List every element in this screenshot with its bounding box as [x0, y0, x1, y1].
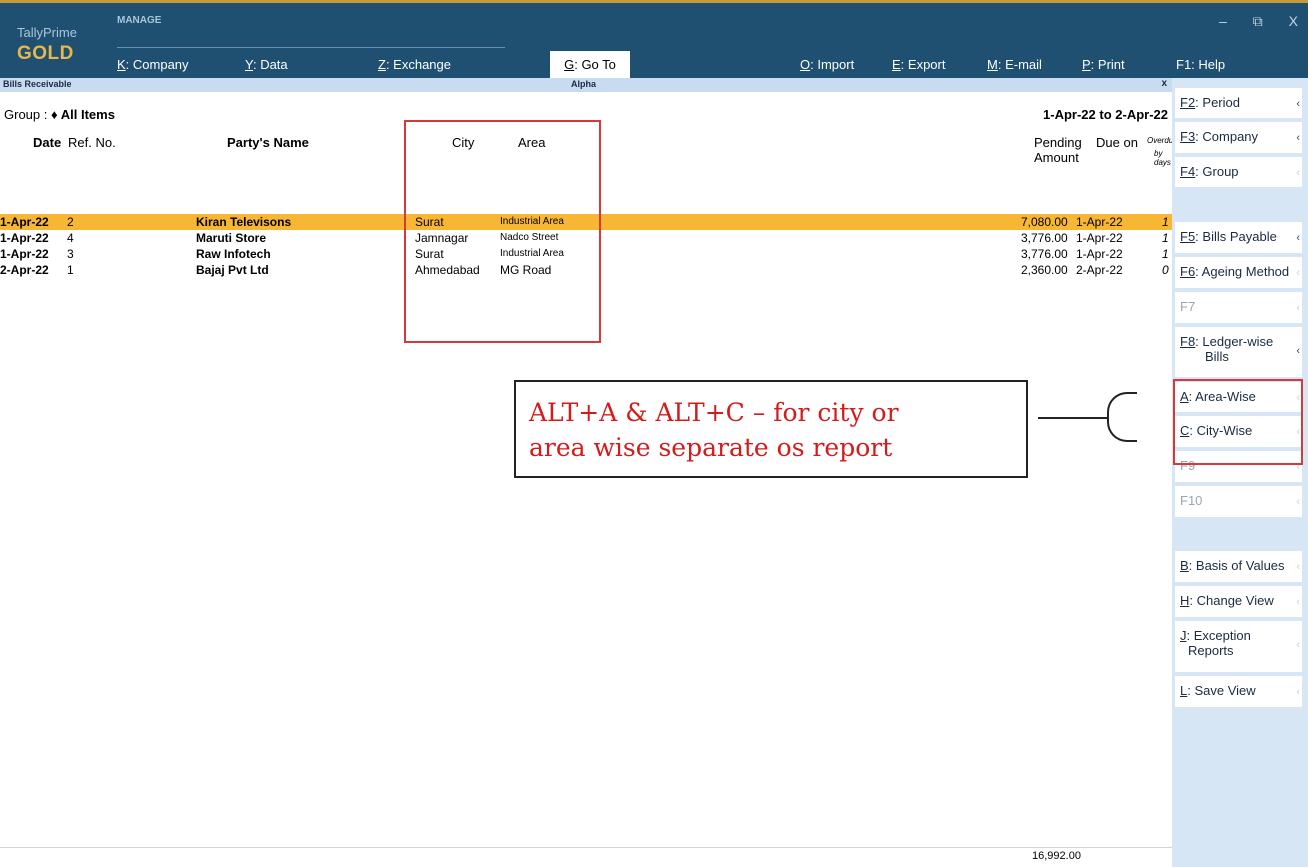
section-label: MANAGE	[117, 15, 162, 26]
exception-reports-button[interactable]: J: Exception Reports ‹	[1175, 621, 1302, 672]
col-header-amount: Amount	[1034, 150, 1079, 165]
chevron-left-icon: ‹	[1296, 561, 1300, 573]
chevron-left-icon: ‹	[1296, 98, 1300, 110]
total-amount: 16,992.00	[1032, 850, 1081, 862]
close-report-icon[interactable]: x	[1161, 78, 1167, 89]
col-header-ref: Ref. No.	[68, 135, 116, 150]
cell-amount: 3,776.00	[1021, 247, 1068, 261]
menu-email[interactable]: M: E-mail	[987, 57, 1042, 72]
top-menu-bar: TallyPrime GOLD MANAGE K: Company Y: Dat…	[0, 0, 1308, 79]
cell-date: 2-Apr-22	[0, 263, 49, 277]
period-button[interactable]: F2: Period ‹	[1175, 88, 1302, 118]
menu-exchange[interactable]: Z: Exchange	[378, 57, 451, 72]
chevron-left-icon: ‹	[1296, 596, 1300, 608]
exception-reports-line2: Reports	[1188, 643, 1234, 658]
cell-overdue: 1	[1162, 231, 1169, 245]
chevron-left-icon: ‹	[1296, 232, 1300, 244]
cell-amount: 7,080.00	[1021, 215, 1068, 229]
annotation-line-2: area wise separate os report	[529, 433, 893, 462]
chevron-left-icon: ‹	[1296, 639, 1300, 651]
chevron-left-icon: ‹	[1296, 686, 1300, 698]
group-label: Group :	[4, 107, 48, 122]
report-title-strip: Bills Receivable Alpha x	[0, 78, 1172, 92]
menu-company[interactable]: K: Company	[117, 57, 189, 72]
cell-date: 1-Apr-22	[0, 247, 49, 261]
ledger-wise-bills-line2: Bills	[1205, 349, 1229, 364]
ledger-wise-bills-button[interactable]: F8: Ledger-wise Bills ‹	[1175, 327, 1302, 377]
goto-button[interactable]: G: Go To	[550, 51, 630, 79]
cell-amount: 2,360.00	[1021, 263, 1068, 277]
chevron-left-icon: ‹	[1296, 302, 1300, 314]
group-value: ♦ All Items	[50, 107, 115, 122]
chevron-left-icon: ‹	[1296, 345, 1300, 357]
area-city-buttons-highlight-box	[1173, 379, 1303, 465]
annotation-callout: ALT+A & ALT+C – for city or area wise se…	[514, 380, 1028, 478]
cell-due: 1-Apr-22	[1076, 215, 1123, 229]
menu-export[interactable]: E: Export	[892, 57, 945, 72]
save-view-button[interactable]: L: Save View ‹	[1175, 676, 1302, 707]
menu-print[interactable]: P: Print	[1082, 57, 1125, 72]
cell-party: Raw Infotech	[196, 247, 271, 261]
company-name: Alpha	[571, 79, 597, 89]
report-period: 1-Apr-22 to 2-Apr-22	[1043, 107, 1168, 122]
col-header-party: Party's Name	[227, 135, 309, 150]
cell-date: 1-Apr-22	[0, 231, 49, 245]
cell-amount: 3,776.00	[1021, 231, 1068, 245]
product-edition: GOLD	[17, 43, 74, 64]
f10-button[interactable]: F10 ‹	[1175, 486, 1302, 517]
annotation-connector	[1038, 417, 1108, 419]
section-divider	[117, 47, 505, 48]
cell-due: 1-Apr-22	[1076, 247, 1123, 261]
col-header-pending: Pending	[1034, 135, 1082, 150]
minimize-icon[interactable]: –	[1219, 13, 1227, 29]
chevron-left-icon: ‹	[1296, 132, 1300, 144]
report-title: Bills Receivable	[3, 79, 72, 89]
f7-button[interactable]: F7 ‹	[1175, 292, 1302, 323]
menu-data[interactable]: Y: Data	[245, 57, 288, 72]
cell-due: 2-Apr-22	[1076, 263, 1123, 277]
col-header-overdue-days: by days	[1154, 149, 1171, 167]
cell-overdue: 1	[1162, 247, 1169, 261]
close-window-icon[interactable]: X	[1289, 13, 1298, 29]
menu-import[interactable]: O: Import	[800, 57, 854, 72]
chevron-left-icon: ‹	[1296, 167, 1300, 179]
chevron-left-icon: ‹	[1296, 267, 1300, 279]
basis-of-values-button[interactable]: B: Basis of Values ‹	[1175, 551, 1302, 582]
cell-ref: 3	[67, 247, 74, 261]
col-header-due: Due on	[1096, 135, 1138, 150]
button-panel: F2: Period ‹ F3: Company ‹ F4: Group ‹ F5: …	[1172, 78, 1308, 867]
cell-due: 1-Apr-22	[1076, 231, 1123, 245]
cell-date: 1-Apr-22	[0, 215, 49, 229]
restore-icon[interactable]: ⧉	[1253, 13, 1263, 30]
col-header-date: Date	[33, 135, 62, 150]
cell-party: Kiran Televisons	[196, 215, 292, 229]
company-button[interactable]: F3: Company ‹	[1175, 122, 1302, 153]
window-controls: – ⧉ X	[1197, 13, 1298, 30]
change-view-button[interactable]: H: Change View ‹	[1175, 586, 1302, 617]
cell-party: Bajaj Pvt Ltd	[196, 263, 269, 277]
chevron-left-icon: ‹	[1296, 496, 1300, 508]
cell-overdue: 1	[1162, 215, 1169, 229]
ageing-method-button[interactable]: F6: Ageing Method ‹	[1175, 257, 1302, 288]
cell-ref: 2	[67, 215, 74, 229]
city-area-highlight-box	[404, 120, 601, 343]
group-button[interactable]: F4: Group ‹	[1175, 157, 1302, 187]
cell-ref: 1	[67, 263, 74, 277]
annotation-line-1: ALT+A & ALT+C – for city or	[529, 398, 899, 427]
menu-help[interactable]: F1: Help	[1176, 57, 1225, 72]
bills-payable-button[interactable]: F5: Bills Payable ‹	[1175, 222, 1302, 253]
cell-ref: 4	[67, 231, 74, 245]
total-divider	[0, 847, 1172, 848]
cell-overdue: 0	[1162, 263, 1169, 277]
group-filter: Group : ♦ All Items	[4, 107, 115, 122]
product-name: TallyPrime	[17, 25, 77, 40]
cell-party: Maruti Store	[196, 231, 267, 245]
